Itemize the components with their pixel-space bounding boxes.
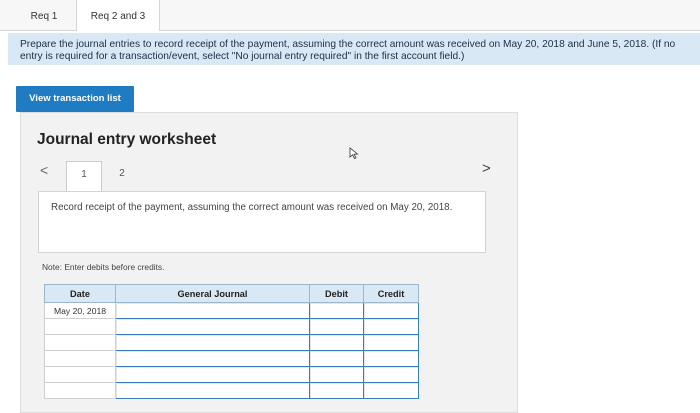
date-cell [44, 318, 116, 335]
column-header-general-journal: General Journal [115, 284, 310, 303]
instruction-banner: Prepare the journal entries to record re… [8, 33, 700, 65]
tab-bar: Req 1 Req 2 and 3 [0, 0, 700, 31]
account-input[interactable] [115, 318, 310, 335]
view-transaction-list-button[interactable]: View transaction list [16, 86, 134, 112]
credit-input[interactable] [363, 350, 419, 367]
debit-input[interactable] [309, 366, 364, 383]
tab-req-2-and-3[interactable]: Req 2 and 3 [76, 0, 160, 31]
table-row [44, 382, 419, 399]
debit-input[interactable] [309, 302, 364, 319]
worksheet-title: Journal entry worksheet [37, 131, 217, 148]
credit-input[interactable] [363, 318, 419, 335]
journal-entry-table: Date General Journal Debit Credit May 20… [44, 284, 419, 399]
account-input[interactable] [115, 382, 310, 399]
table-row [44, 318, 419, 335]
account-input[interactable] [115, 302, 310, 319]
table-row [44, 334, 419, 351]
credit-input[interactable] [363, 382, 419, 399]
date-cell [44, 366, 116, 383]
date-cell [44, 350, 116, 367]
transaction-description: Record receipt of the payment, assuming … [38, 191, 486, 253]
column-header-credit: Credit [363, 284, 419, 303]
table-row: May 20, 2018 [44, 302, 419, 319]
date-cell [44, 382, 116, 399]
tab-req-1[interactable]: Req 1 [14, 0, 74, 30]
table-row [44, 350, 419, 367]
step-tab-1[interactable]: 1 [66, 161, 102, 191]
column-header-date: Date [44, 284, 116, 303]
credit-input[interactable] [363, 334, 419, 351]
entry-note: Note: Enter debits before credits. [42, 262, 165, 272]
date-cell: May 20, 2018 [44, 302, 116, 319]
table-row [44, 366, 419, 383]
credit-input[interactable] [363, 302, 419, 319]
debit-input[interactable] [309, 350, 364, 367]
step-tab-2[interactable]: 2 [104, 161, 140, 189]
column-header-debit: Debit [309, 284, 364, 303]
account-input[interactable] [115, 334, 310, 351]
debit-input[interactable] [309, 318, 364, 335]
next-step-arrow[interactable]: > [482, 160, 491, 177]
credit-input[interactable] [363, 366, 419, 383]
account-input[interactable] [115, 350, 310, 367]
debit-input[interactable] [309, 334, 364, 351]
prev-step-arrow[interactable]: < [40, 162, 48, 178]
date-cell [44, 334, 116, 351]
debit-input[interactable] [309, 382, 364, 399]
account-input[interactable] [115, 366, 310, 383]
mouse-cursor-icon [349, 147, 359, 159]
